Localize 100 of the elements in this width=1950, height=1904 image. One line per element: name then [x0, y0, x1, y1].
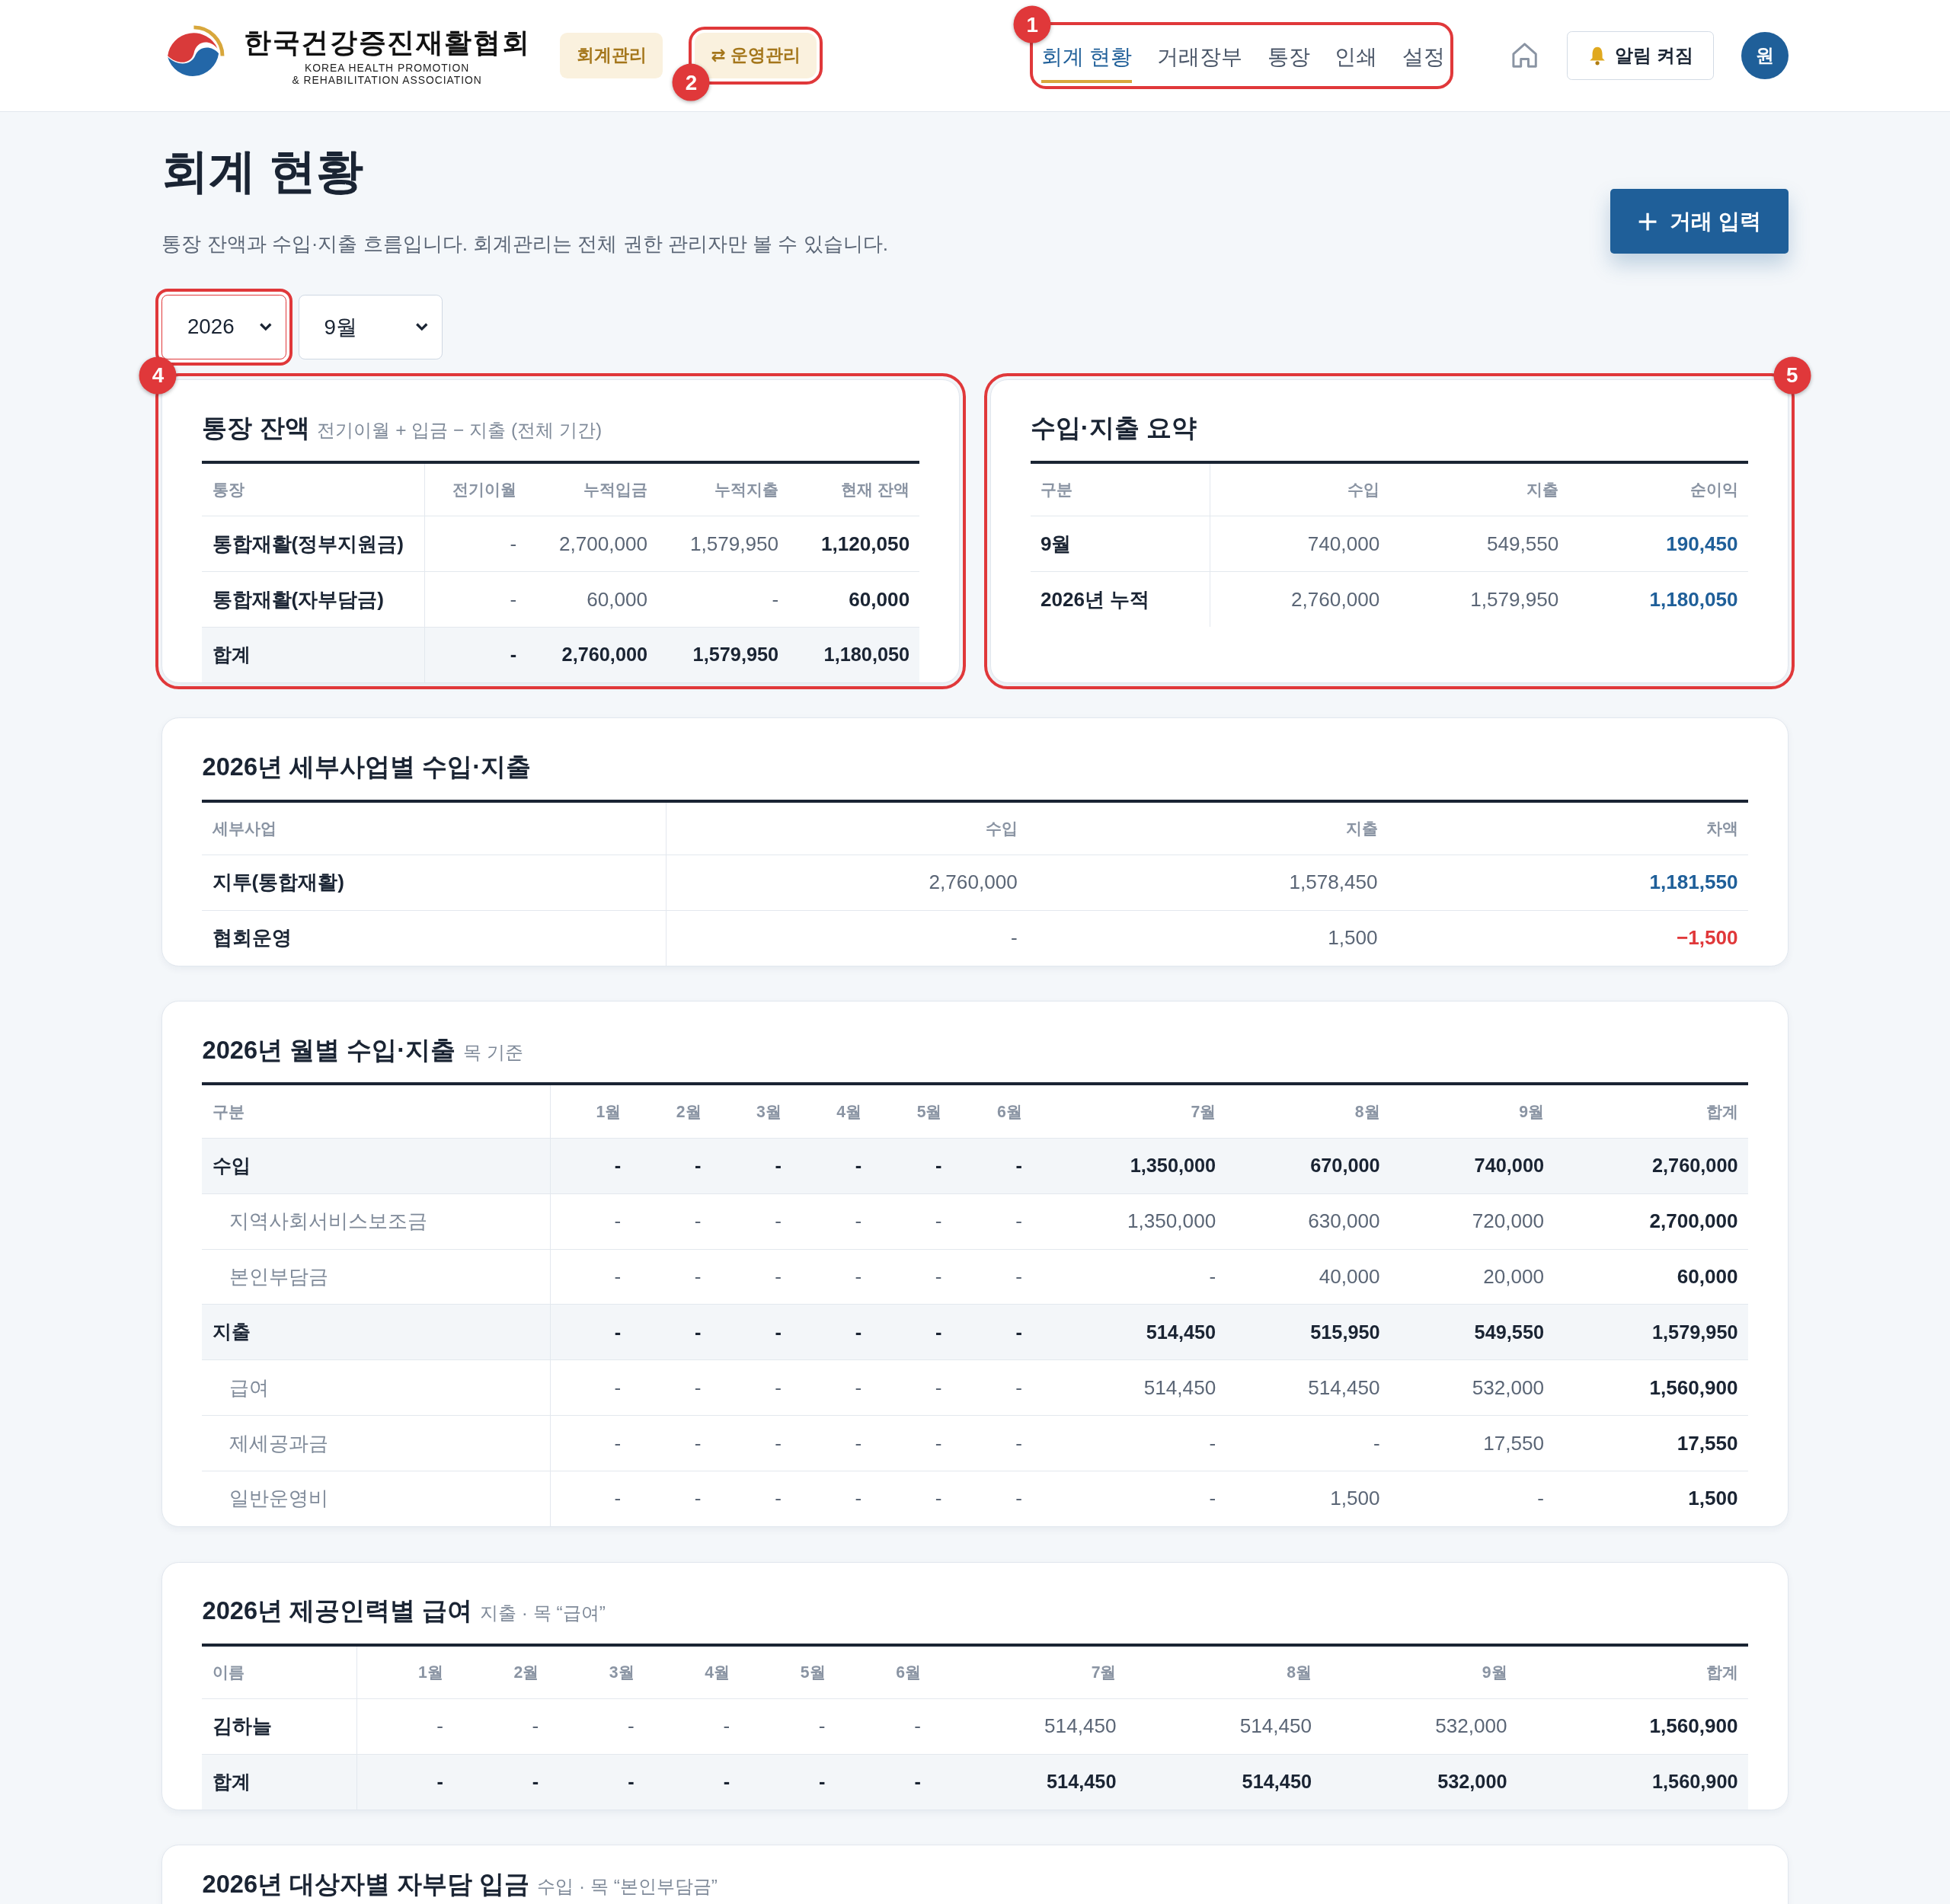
table-cell: -	[356, 1698, 453, 1755]
column-header: 2월	[452, 1646, 549, 1699]
table-cell: -	[711, 1193, 791, 1250]
page-title: 회계 현황	[161, 143, 365, 199]
row-label: 일반운영비	[202, 1471, 550, 1526]
card-title: 2026년 대상자별 자부담 입금	[202, 1868, 530, 1899]
nav-tab[interactable]: 설정	[1402, 33, 1445, 83]
column-header: 6월	[951, 1085, 1032, 1139]
add-transaction-button[interactable]: 거래 입력	[1610, 189, 1789, 254]
table-cell: -	[631, 1305, 711, 1360]
table-cell: -	[951, 1415, 1032, 1471]
table-cell: −1,500	[1387, 910, 1748, 966]
alert-button[interactable]: 알림 켜짐	[1566, 30, 1714, 81]
table-cell: -	[1031, 1471, 1226, 1526]
column-header: 3월	[711, 1085, 791, 1139]
table-cell: -	[550, 1305, 631, 1360]
table-cell: 549,550	[1389, 516, 1569, 572]
logo-subtitle: & REHABILITATION ASSOCIATION	[292, 74, 482, 87]
mode-button[interactable]: 회계관리	[560, 32, 663, 79]
table-cell: -	[644, 1754, 740, 1810]
table-cell: 514,450	[1031, 1359, 1226, 1416]
table-cell: 1,350,000	[1031, 1193, 1226, 1250]
table-cell: -	[1031, 1415, 1226, 1471]
row-label: 합계	[202, 1754, 357, 1810]
table-cell: 1,560,900	[1517, 1754, 1748, 1810]
column-header: 구분	[1030, 463, 1210, 516]
column-header: 지출	[1389, 463, 1569, 516]
table-cell: 1,350,000	[1031, 1138, 1226, 1194]
column-header: 9월	[1322, 1646, 1517, 1699]
column-header: 구분	[202, 1085, 550, 1139]
column-header: 6월	[835, 1646, 931, 1699]
table-cell: 20,000	[1389, 1249, 1555, 1305]
avatar[interactable]: 원	[1741, 31, 1789, 79]
column-header: 현재 잔액	[788, 463, 920, 516]
column-header: 2월	[631, 1085, 711, 1139]
column-header: 3월	[548, 1646, 644, 1699]
table-cell: 514,450	[1126, 1754, 1322, 1810]
table-cell: 2,700,000	[1554, 1193, 1748, 1250]
table-cell: 630,000	[1226, 1193, 1390, 1250]
table-cell: -	[871, 1415, 952, 1471]
table-cell: 514,450	[1226, 1359, 1390, 1416]
period-select[interactable]: 9월	[298, 294, 443, 359]
row-label: 통합재활(자부담금)	[202, 571, 425, 628]
table-cell: 2,760,000	[1210, 571, 1390, 627]
callout-badge: 2	[673, 63, 710, 101]
table-cell: -	[631, 1249, 711, 1305]
table-cell: -	[550, 1471, 631, 1526]
nav-tab[interactable]: 인쇄	[1335, 33, 1378, 83]
table-cell: -	[550, 1249, 631, 1305]
column-header: 9월	[1389, 1085, 1555, 1139]
table-cell: 1,181,550	[1387, 855, 1748, 911]
table-cell: 514,450	[1031, 1305, 1226, 1360]
table-cell: -	[711, 1138, 791, 1194]
table-cell: 720,000	[1389, 1193, 1555, 1250]
column-header: 합계	[1554, 1085, 1748, 1139]
table-cell: 515,950	[1226, 1305, 1390, 1360]
table-cell: 1,579,950	[657, 516, 789, 572]
column-header: 차액	[1387, 802, 1748, 855]
table-cell: -	[631, 1138, 711, 1194]
row-label: 지투(통합재활)	[202, 855, 667, 911]
table-cell: -	[631, 1471, 711, 1526]
column-header: 순이익	[1568, 463, 1748, 516]
column-header: 4월	[644, 1646, 740, 1699]
table-cell: 60,000	[788, 571, 920, 628]
column-header: 1월	[356, 1646, 453, 1699]
table-cell: -	[548, 1698, 644, 1755]
table-cell: -	[711, 1415, 791, 1471]
column-header: 지출	[1027, 802, 1388, 855]
table-cell: -	[871, 1359, 952, 1416]
row-label: 2026년 누적	[1030, 571, 1210, 627]
nav-tab[interactable]: 거래장부	[1157, 33, 1243, 83]
nav-tab[interactable]: 통장	[1267, 33, 1310, 83]
logo-subtitle: KOREA HEALTH PROMOTION	[305, 62, 470, 75]
row-label: 합계	[202, 627, 425, 682]
table-cell: 532,000	[1389, 1359, 1555, 1416]
table-cell: -	[871, 1305, 952, 1360]
table-cell: 17,550	[1554, 1415, 1748, 1471]
table-cell: -	[631, 1415, 711, 1471]
row-label: 본인부담금	[202, 1249, 550, 1305]
column-header: 누적입금	[526, 463, 658, 516]
table-cell: 60,000	[1554, 1249, 1748, 1305]
table-cell: 740,000	[1210, 516, 1390, 572]
table-cell: 2,760,000	[666, 855, 1028, 911]
table-cell: -	[951, 1138, 1032, 1194]
table-cell: -	[871, 1193, 952, 1250]
column-header: 1월	[550, 1085, 631, 1139]
column-header: 누적지출	[657, 463, 789, 516]
row-label: 협회운영	[202, 910, 667, 966]
table-cell: 514,450	[931, 1754, 1127, 1810]
table-cell: 2,700,000	[526, 516, 658, 572]
table-cell: -	[835, 1698, 931, 1755]
table-cell: 1,578,450	[1027, 855, 1388, 911]
card-subtitle: 전기이월 + 입금 − 지출 (전체 기간)	[317, 419, 603, 442]
table-cell: 514,450	[931, 1698, 1127, 1755]
table-cell: -	[550, 1193, 631, 1250]
table-cell: 514,450	[1126, 1698, 1322, 1755]
table-cell: -	[550, 1415, 631, 1471]
table-cell: 1,560,900	[1554, 1359, 1748, 1416]
table-cell: -	[791, 1193, 872, 1250]
table-cell: 1,500	[1554, 1471, 1748, 1526]
